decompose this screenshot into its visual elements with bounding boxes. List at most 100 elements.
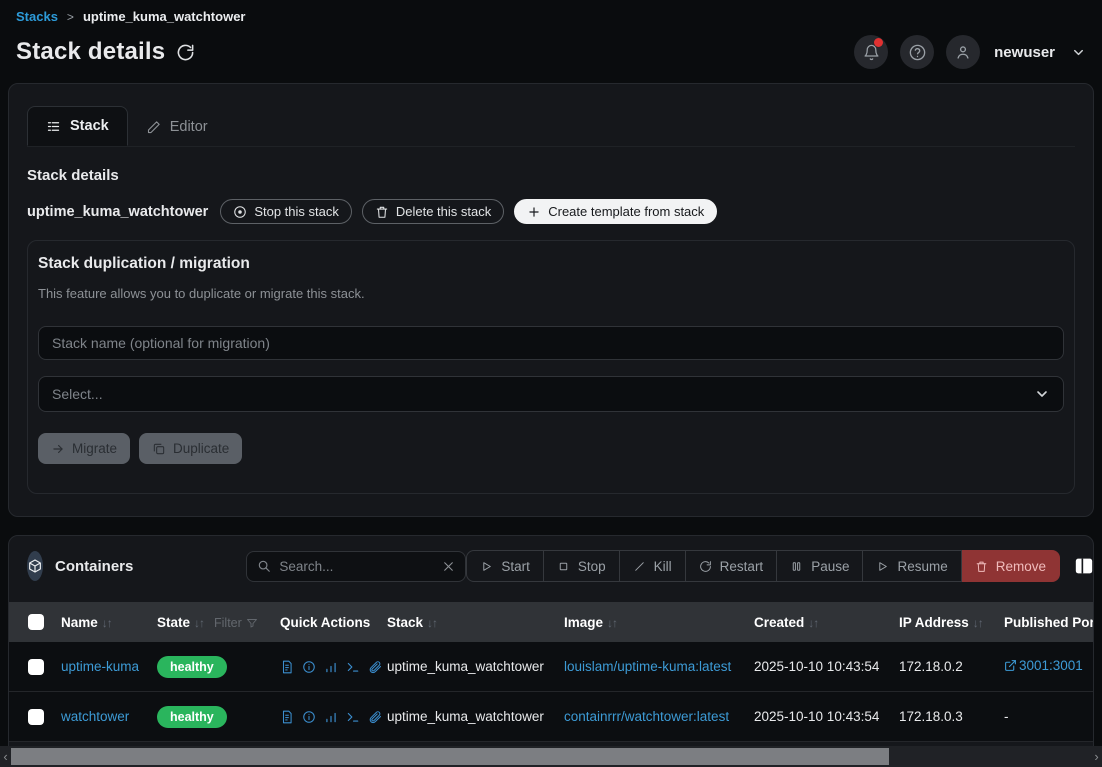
stack-details-panel: Stack Editor Stack details uptime_kuma_w… [8, 83, 1094, 517]
filter-funnel-icon[interactable] [246, 617, 258, 629]
kill-button[interactable]: Kill [620, 550, 686, 582]
sort-icon[interactable]: ↓↑ [973, 616, 983, 630]
column-header-published-ports[interactable]: Published Ports [1004, 615, 1093, 630]
stack-name: uptime_kuma_watchtower [27, 204, 208, 220]
attach-icon[interactable] [368, 660, 382, 674]
breadcrumb: Stacks > uptime_kuma_watchtower [16, 9, 1086, 24]
title-row: Stack details newuser [16, 35, 1086, 69]
duplication-title: Stack duplication / migration [38, 255, 1064, 273]
sort-icon[interactable]: ↓↑ [194, 616, 204, 630]
stop-circle-icon [233, 205, 247, 219]
username: newuser [994, 44, 1055, 61]
column-header-quick-actions: Quick Actions [280, 615, 387, 630]
notification-dot [874, 38, 883, 47]
sort-icon[interactable]: ↓↑ [427, 616, 437, 630]
migrate-button[interactable]: Migrate [38, 433, 130, 464]
logs-icon[interactable] [280, 710, 294, 724]
stop-button[interactable]: Stop [544, 550, 620, 582]
chevron-down-icon[interactable] [1071, 45, 1086, 60]
external-link-icon [1004, 659, 1017, 672]
duplicate-button[interactable]: Duplicate [139, 433, 242, 464]
question-icon [908, 43, 927, 62]
containers-title: Containers [55, 558, 133, 575]
containers-header: Containers Start Stop Kill [9, 536, 1093, 594]
select-placeholder: Select... [52, 386, 103, 402]
sort-icon[interactable]: ↓↑ [607, 616, 617, 630]
stop-square-icon [557, 560, 570, 573]
column-header-state[interactable]: State↓↑Filter [157, 615, 280, 630]
container-name-link[interactable]: watchtower [61, 709, 129, 724]
select-chevron-icon [1034, 386, 1050, 402]
resume-button[interactable]: Resume [863, 550, 961, 582]
stack-name-input[interactable] [38, 326, 1064, 360]
pause-icon [790, 560, 803, 573]
tab-stack[interactable]: Stack [27, 106, 128, 146]
inspect-info-icon[interactable] [302, 710, 316, 724]
clear-search-icon[interactable] [442, 560, 455, 573]
created-cell: 2025-10-10 10:43:54 [754, 709, 899, 724]
restart-button[interactable]: Restart [686, 550, 778, 582]
row-checkbox[interactable] [28, 659, 44, 675]
duplication-description: This feature allows you to duplicate or … [38, 286, 1064, 301]
remove-button[interactable]: Remove [962, 550, 1060, 582]
stats-icon[interactable] [324, 660, 338, 674]
container-name-link[interactable]: uptime-kuma [61, 659, 139, 674]
stop-stack-button[interactable]: Stop this stack [220, 199, 352, 224]
column-header-image[interactable]: Image↓↑ [564, 615, 754, 630]
scrollbar-track[interactable] [11, 746, 1091, 767]
scrollbar-thumb[interactable] [11, 748, 889, 765]
status-badge: healthy [157, 706, 227, 728]
breadcrumb-stacks-link[interactable]: Stacks [16, 9, 58, 24]
create-template-button[interactable]: Create template from stack [514, 199, 717, 224]
environment-select[interactable]: Select... [38, 376, 1064, 412]
ports-cell: - [1004, 709, 1093, 724]
stack-details-heading: Stack details [27, 167, 1075, 184]
play-icon [480, 560, 493, 573]
plus-icon [527, 205, 541, 219]
table-row: uptime-kuma healthy uptime_kuma_watchtow… [9, 642, 1093, 692]
sort-icon[interactable]: ↓↑ [808, 616, 818, 630]
containers-table: Name↓↑ State↓↑Filter Quick Actions Stack… [9, 602, 1093, 742]
breadcrumb-current: uptime_kuma_watchtower [83, 9, 246, 24]
column-header-stack[interactable]: Stack↓↑ [387, 615, 564, 630]
quick-actions [280, 710, 387, 724]
sort-icon[interactable]: ↓↑ [102, 616, 112, 630]
list-icon [46, 119, 61, 134]
resume-icon [876, 560, 889, 573]
console-icon[interactable] [346, 660, 360, 674]
search-box [246, 551, 466, 582]
image-link[interactable]: containrrr/watchtower:latest [564, 709, 729, 724]
image-link[interactable]: louislam/uptime-kuma:latest [564, 659, 731, 674]
start-button[interactable]: Start [466, 550, 544, 582]
columns-icon[interactable] [1074, 557, 1094, 575]
notifications-button[interactable] [854, 35, 888, 69]
user-avatar[interactable] [946, 35, 980, 69]
scroll-right-arrow[interactable]: › [1091, 746, 1102, 767]
tab-stack-label: Stack [70, 118, 109, 134]
column-header-created[interactable]: Created↓↑ [754, 615, 899, 630]
row-checkbox[interactable] [28, 709, 44, 725]
select-all-checkbox[interactable] [28, 614, 44, 630]
pause-button[interactable]: Pause [777, 550, 863, 582]
help-button[interactable] [900, 35, 934, 69]
stats-icon[interactable] [324, 710, 338, 724]
search-input[interactable] [279, 559, 434, 574]
duplication-section: Stack duplication / migration This featu… [27, 240, 1075, 494]
published-port-link[interactable]: 3001:3001 [1004, 658, 1083, 673]
console-icon[interactable] [346, 710, 360, 724]
refresh-icon[interactable] [176, 43, 195, 62]
logs-icon[interactable] [280, 660, 294, 674]
delete-stack-button[interactable]: Delete this stack [362, 199, 504, 224]
filter-label[interactable]: Filter [214, 616, 242, 630]
duplicate-label: Duplicate [173, 441, 229, 456]
column-header-ip[interactable]: IP Address↓↑ [899, 615, 1004, 630]
containers-panel: Containers Start Stop Kill [8, 535, 1094, 765]
trash-icon [375, 205, 389, 219]
tab-editor[interactable]: Editor [128, 108, 226, 146]
column-header-name[interactable]: Name↓↑ [61, 615, 157, 630]
user-area: newuser [854, 35, 1086, 69]
scroll-left-arrow[interactable]: ‹ [0, 746, 11, 767]
breadcrumb-separator: > [67, 10, 74, 24]
attach-icon[interactable] [368, 710, 382, 724]
inspect-info-icon[interactable] [302, 660, 316, 674]
